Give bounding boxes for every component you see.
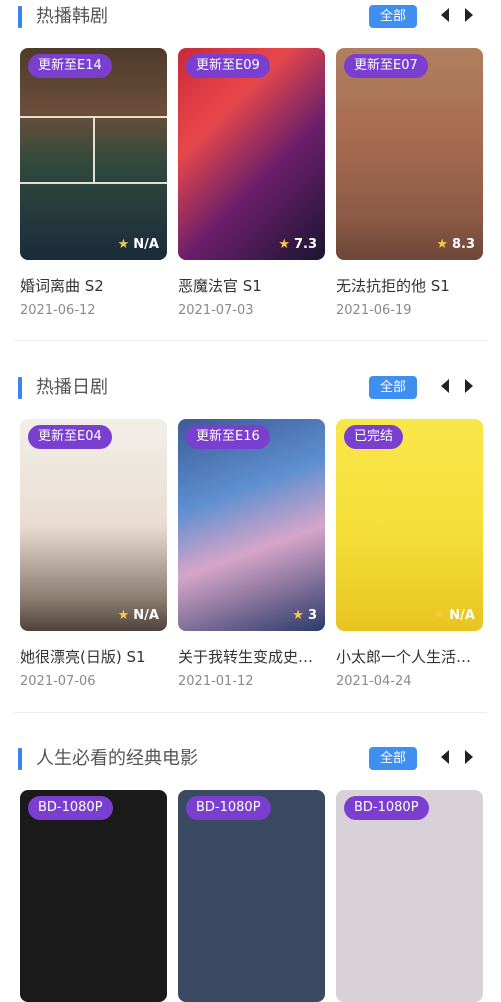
episode-badge: 更新至E09 [186,54,270,78]
episode-badge: 已完结 [344,425,404,449]
next-arrow-icon[interactable] [465,379,473,393]
view-all-button[interactable]: 全部 [369,376,417,399]
card-date: 2021-04-24 [336,674,412,689]
episode-badge: 更新至E07 [344,54,428,78]
next-arrow-icon[interactable] [465,750,473,764]
section-header: 人生必看的经典电影 全部 [0,742,501,776]
section-header: 热播日剧 全部 [0,371,501,405]
star-icon: ★ [117,237,130,252]
next-arrow-icon[interactable] [465,8,473,22]
poster-image[interactable]: 已完结 ★ N/A [336,419,483,631]
section-title: 热播韩剧 [36,6,108,27]
poster-image[interactable]: BD-1080P [178,790,325,1002]
star-icon: ★ [433,608,446,623]
card-title[interactable]: 关于我转生变成史… [178,647,328,667]
rating-value: 3 [307,608,317,623]
prev-arrow-icon[interactable] [441,750,449,764]
card-title[interactable]: 无法抗拒的他 S1 [336,276,486,296]
rating: ★ N/A [118,236,159,254]
rating-value: N/A [133,608,159,623]
card-date: 2021-07-03 [178,303,254,318]
card-date: 2021-06-12 [20,303,96,318]
card-date: 2021-07-06 [20,674,96,689]
section-header: 热播韩剧 全部 [0,0,501,34]
quality-badge: BD-1080P [344,796,429,820]
poster-image[interactable]: 更新至E07 ★ 8.3 [336,48,483,260]
poster-image[interactable]: 更新至E16 ★ 3 [178,419,325,631]
card-title[interactable]: 恶魔法官 S1 [178,276,328,296]
card-title[interactable]: 婚词离曲 S2 [20,276,170,296]
rating: ★ N/A [118,607,159,625]
rating: ★ 8.3 [436,236,475,254]
rating: ★ N/A [434,607,475,625]
prev-arrow-icon[interactable] [441,379,449,393]
prev-arrow-icon[interactable] [441,8,449,22]
rating-value: N/A [449,608,475,623]
poster-image[interactable]: BD-1080P [336,790,483,1002]
section-divider [14,712,487,713]
star-icon: ★ [436,237,448,252]
section-divider [14,340,487,341]
quality-badge: BD-1080P [186,796,271,820]
episode-badge: 更新至E14 [28,54,112,78]
quality-badge: BD-1080P [28,796,113,820]
section-accent-bar [18,748,22,770]
card-date: 2021-06-19 [336,303,412,318]
rating-value: N/A [133,237,159,252]
poster-image[interactable]: 更新至E09 ★ 7.3 [178,48,325,260]
rating: ★ 3 [292,607,317,625]
rating-value: 7.3 [293,237,317,252]
card-title[interactable]: 她很漂亮(日版) S1 [20,647,170,667]
poster-image[interactable]: 更新至E04 ★ N/A [20,419,167,631]
section-title: 人生必看的经典电影 [36,748,198,769]
episode-badge: 更新至E04 [28,425,112,449]
section-accent-bar [18,6,22,28]
star-icon: ★ [117,608,130,623]
poster-image[interactable]: 更新至E14 ★ N/A [20,48,167,260]
episode-badge: 更新至E16 [186,425,270,449]
section-title: 热播日剧 [36,377,108,398]
card-title[interactable]: 小太郎一个人生活… [336,647,486,667]
card-date: 2021-01-12 [178,674,254,689]
rating: ★ 7.3 [278,236,317,254]
view-all-button[interactable]: 全部 [369,5,417,28]
section-accent-bar [18,377,22,399]
rating-value: 8.3 [451,237,475,252]
view-all-button[interactable]: 全部 [369,747,417,770]
poster-image[interactable]: BD-1080P [20,790,167,1002]
star-icon: ★ [278,237,290,252]
star-icon: ★ [292,608,304,623]
